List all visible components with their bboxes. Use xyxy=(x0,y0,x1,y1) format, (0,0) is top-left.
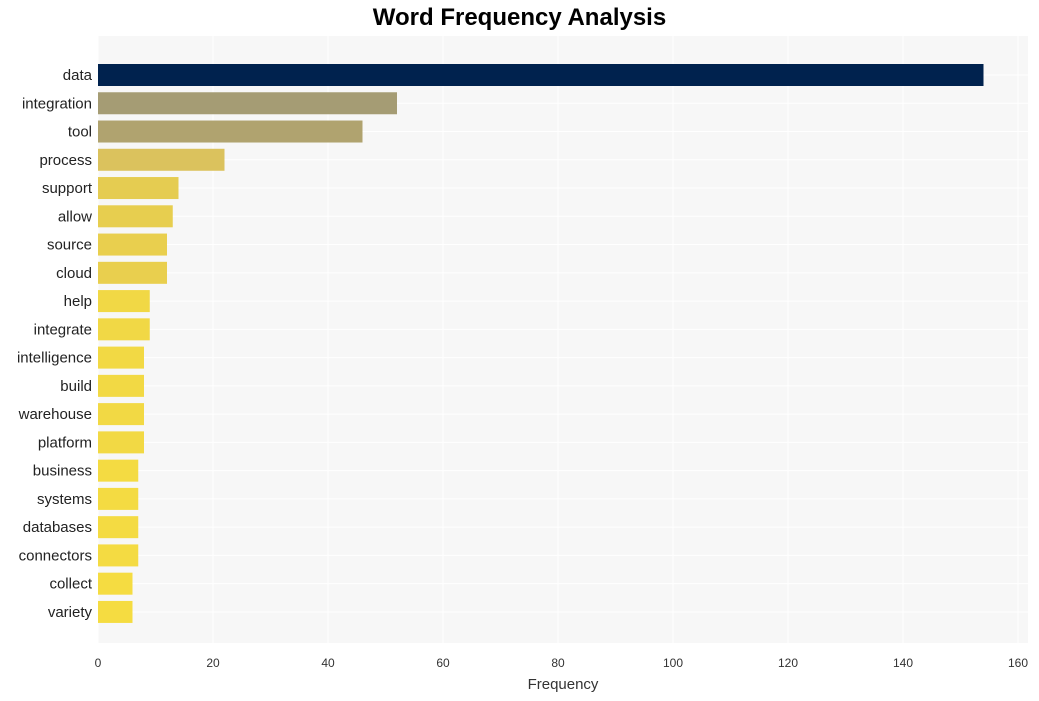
bar-source xyxy=(98,233,167,256)
x-tick-label: 100 xyxy=(663,656,683,670)
bar-databases xyxy=(98,516,139,539)
bar-systems xyxy=(98,487,139,510)
category-label: allow xyxy=(58,208,92,225)
category-label: connectors xyxy=(19,547,92,564)
category-label: warehouse xyxy=(18,406,92,423)
bar-intelligence xyxy=(98,346,144,369)
bar-integration xyxy=(98,92,397,115)
category-label: databases xyxy=(23,519,92,536)
bar-cloud xyxy=(98,261,167,284)
bar-warehouse xyxy=(98,403,144,426)
x-tick-label: 20 xyxy=(206,656,220,670)
category-label: intelligence xyxy=(17,350,92,367)
category-label: process xyxy=(39,152,92,169)
category-label: build xyxy=(60,378,92,395)
category-label: platform xyxy=(38,434,92,451)
bar-process xyxy=(98,148,225,171)
category-label: variety xyxy=(48,604,93,621)
bar-chart: data integration tool process support allow so… xyxy=(17,36,1028,693)
bar-support xyxy=(98,177,179,200)
bar-data xyxy=(98,64,984,86)
x-tick-label: 140 xyxy=(893,656,913,670)
category-label: help xyxy=(64,293,92,310)
x-tick-label: 0 xyxy=(95,656,102,670)
bar-collect xyxy=(98,572,133,595)
x-tick-label: 160 xyxy=(1008,656,1028,670)
category-label: integration xyxy=(22,95,92,112)
category-label: support xyxy=(42,180,93,197)
bar-tool xyxy=(98,120,363,143)
category-label: systems xyxy=(37,491,92,508)
x-tick-label: 40 xyxy=(321,656,335,670)
bar-platform xyxy=(98,431,144,454)
x-tick-label: 80 xyxy=(551,656,565,670)
category-label: tool xyxy=(68,124,92,141)
category-label: collect xyxy=(49,576,92,593)
bar-help xyxy=(98,290,150,313)
bar-business xyxy=(98,459,139,482)
x-tick-label: 120 xyxy=(778,656,798,670)
category-label: data xyxy=(63,67,93,84)
bar-build xyxy=(98,374,144,397)
category-label: integrate xyxy=(34,321,92,338)
category-label: source xyxy=(47,237,92,254)
bar-connectors xyxy=(98,544,139,567)
bar-allow xyxy=(98,205,173,228)
bar-variety xyxy=(98,600,133,623)
x-axis-label: Frequency xyxy=(528,676,599,693)
bar-integrate xyxy=(98,318,150,341)
category-label: cloud xyxy=(56,265,92,282)
x-tick-label: 60 xyxy=(436,656,450,670)
category-label: business xyxy=(33,463,92,480)
